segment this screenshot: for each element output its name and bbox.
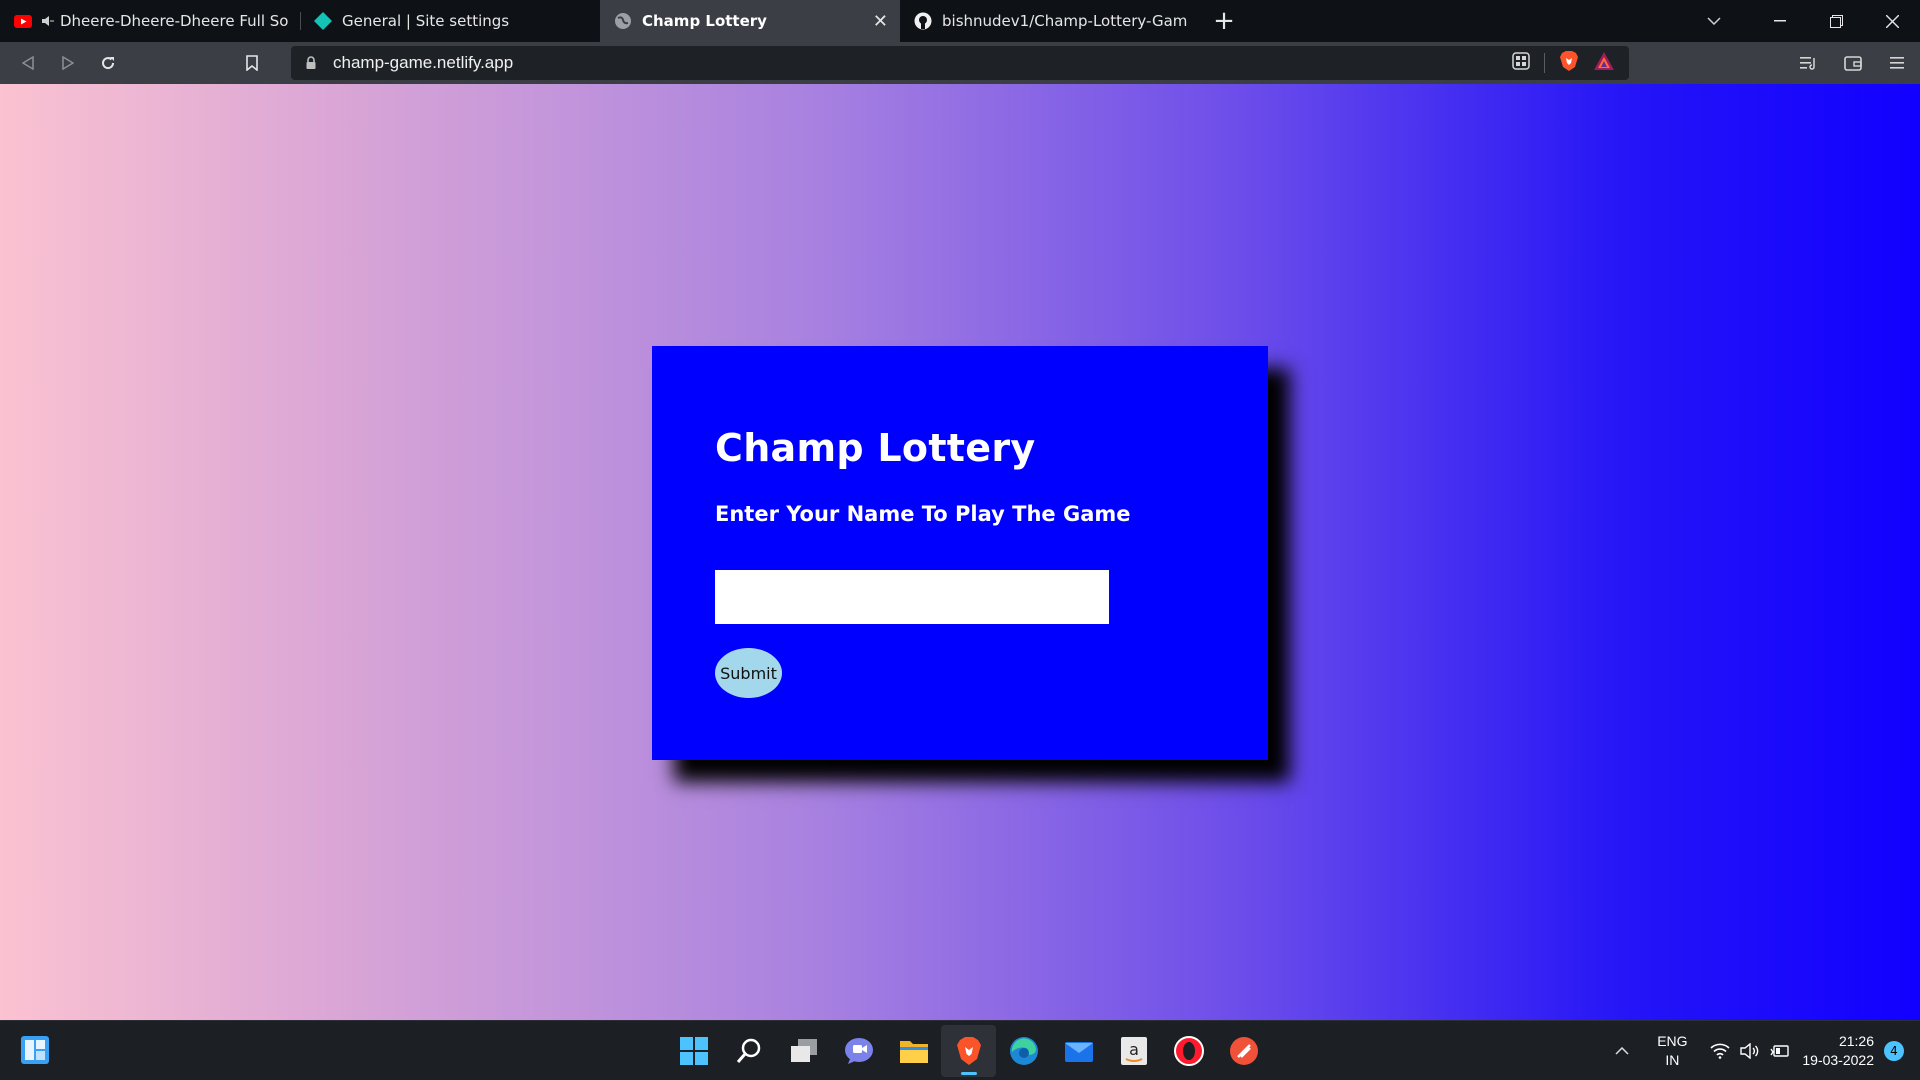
notification-badge[interactable]: 4	[1884, 1041, 1904, 1061]
youtube-icon	[14, 12, 32, 30]
tab-youtube[interactable]: Dheere-Dheere-Dheere Full Song |	[0, 0, 300, 42]
close-window-button[interactable]	[1864, 0, 1920, 42]
back-icon	[22, 56, 34, 70]
url-text: champ-game.netlify.app	[333, 53, 514, 72]
back-button[interactable]	[8, 42, 48, 84]
volume-icon	[1740, 1043, 1759, 1059]
playlist-icon	[1800, 57, 1815, 70]
minimize-icon	[1774, 20, 1786, 22]
swift-icon	[1229, 1037, 1258, 1065]
edge-button[interactable]	[996, 1025, 1051, 1077]
menu-button[interactable]	[1882, 48, 1912, 78]
clock-time: 21:26	[1838, 1033, 1874, 1049]
tab-title: Dheere-Dheere-Dheere Full Song |	[60, 12, 288, 30]
wallet-icon	[1844, 56, 1862, 71]
forward-icon	[62, 56, 74, 70]
task-view-button[interactable]	[776, 1025, 831, 1077]
wallet-button[interactable]	[1838, 48, 1868, 78]
speaker-muted-icon	[42, 12, 54, 30]
show-hidden-icons-button[interactable]	[1604, 1047, 1640, 1055]
chevron-up-icon	[1615, 1047, 1629, 1055]
mail-icon	[1064, 1042, 1093, 1062]
hamburger-menu-icon	[1890, 57, 1904, 69]
netlify-icon	[314, 12, 332, 30]
taskbar: a ENG IN 21:26 19-03-2022 4	[0, 1020, 1920, 1080]
brave-rewards-icon[interactable]	[1593, 51, 1615, 75]
page-viewport: Champ Lottery Enter Your Name To Play Th…	[0, 84, 1920, 1020]
new-tab-button[interactable]: +	[1200, 0, 1248, 42]
qr-code-icon[interactable]	[1512, 52, 1530, 74]
system-tray: ENG IN 21:26 19-03-2022 4	[1604, 1021, 1920, 1080]
tab-github[interactable]: bishnudev1/Champ-Lottery-Game: A	[900, 0, 1200, 42]
tab-netlify-settings[interactable]: General | Site settings	[300, 0, 600, 42]
brave-icon	[956, 1037, 981, 1065]
reload-icon	[102, 57, 115, 70]
mail-button[interactable]	[1051, 1025, 1106, 1077]
chat-button[interactable]	[831, 1025, 886, 1077]
language-code: ENG	[1657, 1033, 1688, 1049]
submit-button[interactable]: Submit	[715, 648, 782, 698]
close-icon	[1885, 14, 1899, 28]
github-icon	[914, 12, 932, 30]
minimize-button[interactable]	[1752, 0, 1808, 42]
lock-icon	[305, 55, 319, 71]
swift-button[interactable]	[1216, 1025, 1271, 1077]
name-prompt: Enter Your Name To Play The Game	[715, 502, 1131, 526]
quick-settings[interactable]	[1710, 1043, 1790, 1059]
task-view-icon	[790, 1039, 817, 1062]
tab-search-button[interactable]	[1686, 0, 1742, 42]
tab-title: bishnudev1/Champ-Lottery-Game: A	[942, 12, 1188, 30]
restore-icon	[1829, 14, 1843, 28]
divider	[1544, 53, 1545, 73]
close-tab-icon[interactable]: ✕	[873, 11, 888, 32]
svg-text:a: a	[1129, 1040, 1139, 1059]
tab-bar: Dheere-Dheere-Dheere Full Song | General…	[0, 0, 1920, 42]
battery-icon	[1770, 1045, 1790, 1057]
restore-button[interactable]	[1808, 0, 1864, 42]
bookmark-icon	[246, 55, 258, 71]
amazon-button[interactable]: a	[1106, 1025, 1161, 1077]
name-input[interactable]	[715, 570, 1109, 624]
media-playlist-button[interactable]	[1794, 48, 1824, 78]
wifi-icon	[1710, 1043, 1730, 1059]
opera-button[interactable]	[1161, 1025, 1216, 1077]
page-title: Champ Lottery	[715, 426, 1036, 470]
language-indicator[interactable]: ENG IN	[1640, 1032, 1704, 1070]
file-explorer-button[interactable]	[886, 1025, 941, 1077]
clock-date: 19-03-2022	[1802, 1052, 1874, 1068]
search-icon	[736, 1038, 760, 1063]
brave-shields-icon[interactable]	[1559, 50, 1579, 76]
clock[interactable]: 21:26 19-03-2022	[1802, 1032, 1874, 1070]
brave-taskbar-button[interactable]	[941, 1025, 996, 1077]
browser-toolbar: champ-game.netlify.app	[0, 42, 1920, 84]
edge-icon	[1009, 1037, 1038, 1065]
tab-title: General | Site settings	[342, 12, 510, 30]
login-card: Champ Lottery Enter Your Name To Play Th…	[652, 346, 1268, 760]
chevron-down-icon	[1707, 17, 1721, 25]
amazon-icon: a	[1120, 1037, 1147, 1065]
tab-champ-lottery[interactable]: Champ Lottery ✕	[600, 0, 900, 42]
file-explorer-icon	[899, 1041, 928, 1063]
bookmark-button[interactable]	[232, 42, 272, 84]
search-button[interactable]	[721, 1025, 776, 1077]
opera-icon	[1173, 1036, 1204, 1066]
start-button[interactable]	[666, 1025, 721, 1077]
widgets-icon[interactable]	[20, 1035, 52, 1067]
forward-button[interactable]	[48, 42, 88, 84]
chat-icon	[844, 1038, 873, 1064]
start-icon	[679, 1037, 708, 1065]
region-code: IN	[1665, 1052, 1680, 1068]
globe-icon	[614, 12, 632, 30]
address-bar[interactable]: champ-game.netlify.app	[291, 46, 1629, 80]
reload-button[interactable]	[88, 42, 128, 84]
tab-title: Champ Lottery	[642, 12, 767, 30]
